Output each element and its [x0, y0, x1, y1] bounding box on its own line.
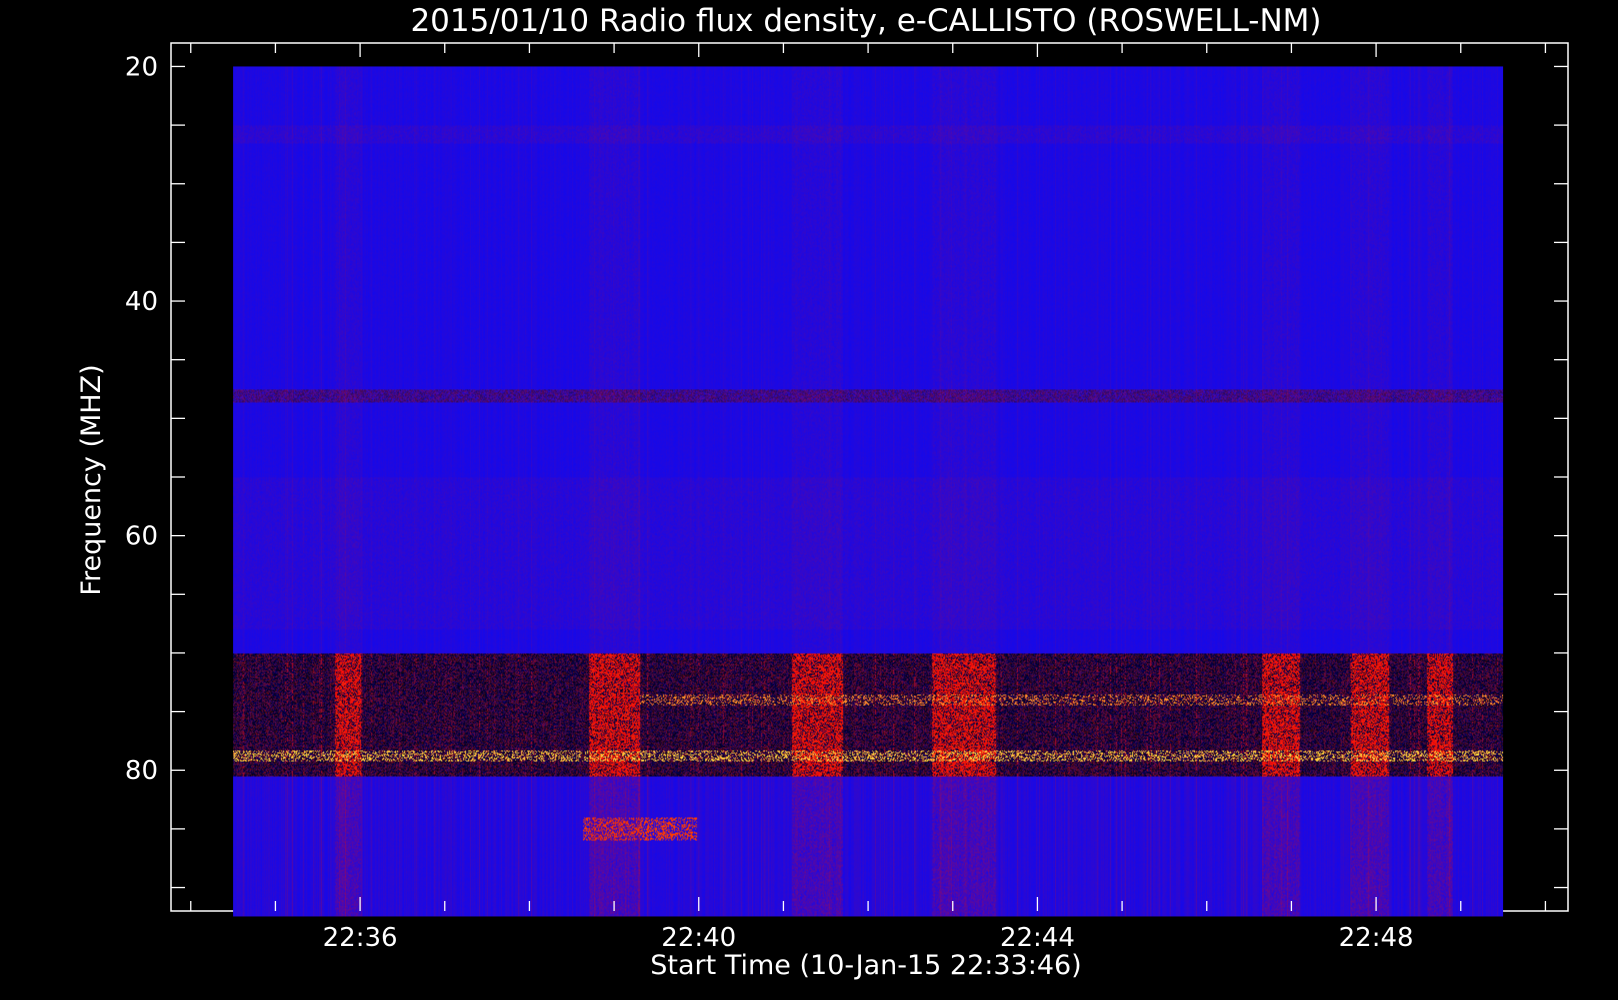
x-axis-label: Start Time (10-Jan-15 22:33:46) [650, 950, 1081, 981]
y-axis-label: Frequency (MHZ) [76, 364, 107, 595]
spectrogram-image [233, 66, 1504, 917]
x-tick-label: 22:48 [1339, 923, 1414, 953]
y-tick-label: 80 [125, 756, 158, 786]
x-tick-label: 22:40 [661, 923, 736, 953]
chart-title: 2015/01/10 Radio flux density, e-CALLIST… [410, 3, 1321, 39]
y-tick-label: 40 [125, 287, 158, 317]
x-tick-label: 22:44 [1000, 923, 1075, 953]
spectrogram-data [233, 66, 1504, 917]
y-tick-label: 20 [125, 52, 158, 82]
spectrogram-chart: 2015/01/10 Radio flux density, e-CALLIST… [0, 0, 1618, 1000]
x-tick-label: 22:36 [323, 923, 398, 953]
y-tick-label: 60 [125, 522, 158, 552]
